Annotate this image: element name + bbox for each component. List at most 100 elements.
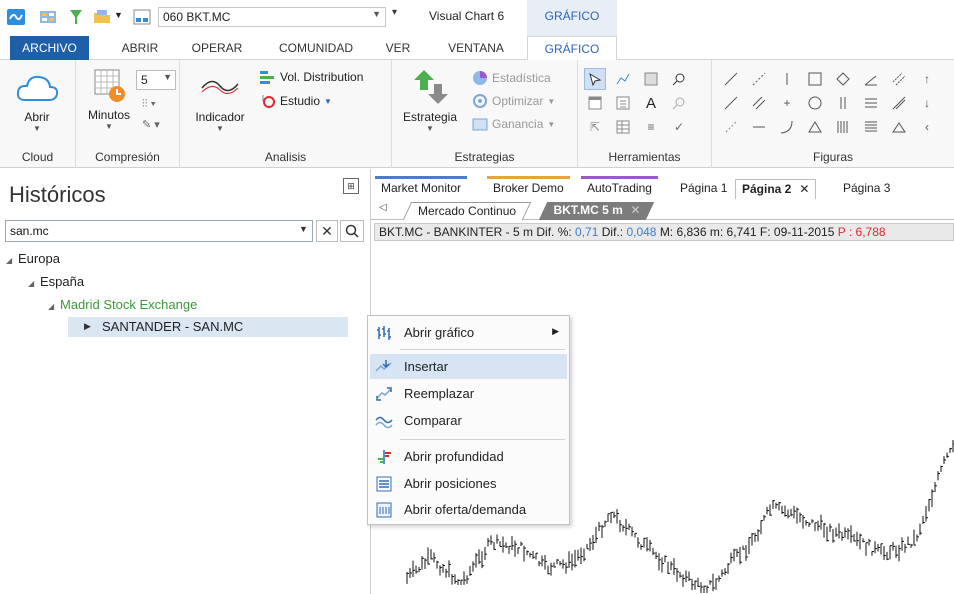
trendline-icon[interactable] <box>720 68 742 90</box>
tab-label: Página 1 <box>680 181 728 195</box>
check-icon[interactable]: ✓ <box>668 116 690 138</box>
chevron-down-icon[interactable]: ▼ <box>114 10 123 20</box>
tree-node-country[interactable]: ◢ España <box>28 274 84 289</box>
menu-item-comparar[interactable]: Comparar <box>370 408 567 433</box>
open-folder-icon[interactable] <box>92 7 112 27</box>
tab-broker-demo[interactable]: Broker Demo <box>487 176 570 199</box>
minutes-button[interactable]: Minutos ▼ <box>80 68 138 131</box>
close-icon[interactable]: ✕ <box>799 182 809 196</box>
tab-autotrading[interactable]: AutoTrading <box>581 176 658 199</box>
parallel-icon[interactable] <box>748 92 770 114</box>
align-icon[interactable]: ≡ <box>640 116 662 138</box>
menu-item-reemplazar[interactable]: Reemplazar <box>370 381 567 406</box>
zoom-out-icon[interactable] <box>668 92 690 114</box>
circle-icon[interactable] <box>804 92 826 114</box>
collapse-arrow-icon[interactable]: ◢ <box>28 279 40 288</box>
subtab-bkt-chart[interactable]: BKT.MC 5 m ✕ <box>538 202 655 220</box>
optimize-button[interactable]: Optimizar ▼ <box>472 93 555 109</box>
calculator-icon[interactable] <box>612 92 634 114</box>
tab-grafico[interactable]: GRÁFICO <box>527 36 617 61</box>
tree-node-exchange[interactable]: ◢ Madrid Stock Exchange <box>48 297 197 312</box>
subtab-mercado-continuo[interactable]: Mercado Continuo <box>402 202 532 220</box>
tab-color-bar <box>487 176 570 179</box>
pin-icon[interactable]: ⊞ <box>343 178 359 194</box>
menu-item-abrir-profundidad[interactable]: Abrir profundidad <box>370 444 567 469</box>
filter-icon[interactable] <box>66 7 86 27</box>
tree-label: SANTANDER - SAN.MC <box>102 319 244 334</box>
menu-item-insertar[interactable]: Insertar <box>370 354 567 379</box>
strategy-label: Estrategia <box>402 110 458 124</box>
window-icon[interactable] <box>584 92 606 114</box>
bars-settings-icon[interactable]: ⫶⫶ ▾ <box>142 98 156 111</box>
vol-distribution-button[interactable]: Vol. Distribution <box>260 70 363 84</box>
statistics-button[interactable]: Estadística <box>472 70 551 86</box>
statistics-label: Estadística <box>492 71 551 85</box>
fibonacci-icon[interactable] <box>860 92 882 114</box>
profit-button[interactable]: Ganancia ▼ <box>472 116 555 132</box>
dif-value: 0,048 <box>626 225 657 239</box>
tab-archivo[interactable]: ARCHIVO <box>10 36 89 60</box>
frame-icon[interactable] <box>640 68 662 90</box>
tab-operar[interactable]: OPERAR <box>182 36 252 60</box>
collapse-arrow-icon[interactable]: ◢ <box>48 302 60 311</box>
small-arrow-icon[interactable] <box>720 116 742 138</box>
angle-icon[interactable] <box>860 68 882 90</box>
horizontal-line-icon[interactable] <box>748 116 770 138</box>
customize-toolbar-icon[interactable]: ▾ <box>392 7 397 18</box>
tree-node-region[interactable]: ◢ Europa <box>6 251 60 266</box>
chevron-down-icon[interactable]: ▼ <box>299 224 308 234</box>
grid-layout-icon[interactable] <box>38 7 58 27</box>
tab-market-monitor[interactable]: Market Monitor <box>375 176 468 199</box>
scroll-left-icon[interactable]: ◁ <box>379 202 387 213</box>
strategy-button[interactable]: Estrategia ▼ <box>400 68 460 133</box>
cross-icon[interactable]: + <box>776 92 798 114</box>
tab-pagina-2[interactable]: Página 2 ✕ <box>735 179 817 199</box>
tab-comunidad[interactable]: COMUNIDAD <box>268 36 364 60</box>
text-icon[interactable]: A <box>640 92 662 114</box>
close-icon[interactable]: ✕ <box>631 203 641 217</box>
arc-icon[interactable] <box>776 116 798 138</box>
table-icon[interactable] <box>612 116 634 138</box>
tree-node-instrument[interactable]: ▶ SANTANDER - SAN.MC <box>68 317 348 337</box>
brush-icon[interactable]: ✎ ▾ <box>142 118 160 131</box>
period-selector[interactable]: 5 ▼ <box>136 70 176 90</box>
study-button[interactable]: Estudio ▼ <box>260 93 332 109</box>
tab-pagina-1[interactable]: Página 1 <box>674 179 733 199</box>
zoom-icon[interactable] <box>668 68 690 90</box>
arrow-up-icon[interactable]: ↑ <box>916 68 938 90</box>
channel-icon[interactable] <box>888 68 910 90</box>
cloud-open-button[interactable]: Abrir ▼ <box>10 72 64 133</box>
clear-icon[interactable]: ✕ <box>316 220 338 242</box>
pitchfork-icon[interactable] <box>888 92 910 114</box>
search-input[interactable] <box>5 220 313 242</box>
tab-ventana[interactable]: VENTANA <box>440 36 512 60</box>
pointer-icon[interactable] <box>584 68 606 90</box>
crosshair-chart-icon[interactable] <box>612 68 634 90</box>
triangle-icon[interactable] <box>804 116 826 138</box>
expand-arrow-icon[interactable]: ▶ <box>84 321 91 332</box>
ray-icon[interactable] <box>748 68 770 90</box>
indicator-button[interactable]: Indicador ▼ <box>188 74 252 133</box>
search-icon[interactable] <box>340 220 364 242</box>
more-figures-icon[interactable]: ‹ <box>916 116 938 138</box>
symbol-selector[interactable]: 060 BKT.MC ▼ <box>158 7 386 27</box>
layout-icon[interactable] <box>132 7 152 27</box>
vertical-line-icon[interactable] <box>776 68 798 90</box>
menu-item-abrir-grafico[interactable]: Abrir gráfico ▶ <box>370 320 567 345</box>
tab-ver[interactable]: VER <box>380 36 416 60</box>
levels-icon[interactable] <box>860 116 882 138</box>
mountain-icon[interactable] <box>888 116 910 138</box>
collapse-arrow-icon[interactable]: ◢ <box>6 256 18 265</box>
gann-icon[interactable] <box>832 116 854 138</box>
menu-item-abrir-oferta-demanda[interactable]: Abrir oferta/demanda <box>370 497 567 522</box>
tab-pagina-3[interactable]: Página 3 <box>837 179 896 199</box>
menu-item-abrir-posiciones[interactable]: Abrir posiciones <box>370 471 567 496</box>
double-vertical-icon[interactable] <box>832 92 854 114</box>
arrow-down-icon[interactable]: ↓ <box>916 92 938 114</box>
diamond-icon[interactable] <box>832 68 854 90</box>
tab-abrir[interactable]: ABRIR <box>110 36 170 60</box>
rectangle-icon[interactable] <box>804 68 826 90</box>
cursor-lines-icon[interactable]: ⇱ <box>584 116 606 138</box>
symbol-value: 060 BKT.MC <box>163 10 231 24</box>
extended-line-icon[interactable] <box>720 92 742 114</box>
